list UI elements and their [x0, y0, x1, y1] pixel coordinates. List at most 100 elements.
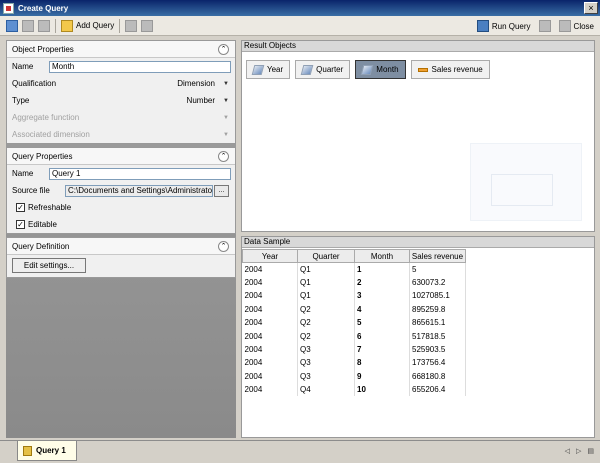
table-cell: Q1	[297, 275, 355, 290]
toolbar-list-button[interactable]	[139, 18, 155, 34]
table-cell: Q1	[297, 262, 355, 276]
table-cell: Q3	[297, 342, 355, 357]
table-row: 2004 Q1 1 5	[242, 262, 466, 276]
toolbar-separator	[55, 18, 56, 33]
chevron-up-icon[interactable]: ⌃	[218, 44, 229, 55]
result-object-chip[interactable]: Month	[355, 60, 406, 79]
table-cell: Q2	[297, 316, 355, 330]
table-cell: 2004	[242, 356, 298, 370]
column-header[interactable]: Sales revenue	[409, 249, 466, 263]
tab-navigation: ◁ ▷ ▤	[565, 447, 594, 455]
table-cell: Q2	[297, 302, 355, 317]
dimension-icon	[300, 64, 314, 75]
result-object-chip[interactable]: Year	[246, 60, 291, 79]
query-properties-header: Query Properties ⌃	[7, 148, 235, 165]
tab-list-icon[interactable]: ▤	[587, 447, 594, 455]
editable-row[interactable]: ✓ Editable	[7, 216, 235, 233]
result-object-label: Sales revenue	[431, 65, 483, 74]
toolbar-right-group: Run Query Close	[475, 18, 596, 34]
table-cell: 655206.4	[409, 383, 466, 397]
toolbar-view-button[interactable]	[4, 18, 20, 34]
folder-icon	[61, 19, 73, 32]
table-cell: 1	[354, 262, 410, 276]
tab-label: Query 1	[36, 446, 66, 455]
add-query-label: Add Query	[76, 21, 115, 30]
forward-icon	[38, 19, 50, 32]
column-header[interactable]: Month	[354, 249, 410, 263]
query-properties-section: Query Properties ⌃ Name Query 1 Source f…	[6, 147, 236, 234]
object-name-input[interactable]: Month	[49, 60, 231, 73]
column-header[interactable]: Year	[242, 249, 298, 263]
query-definition-section: Query Definition ⌃ Edit settings...	[6, 237, 236, 278]
qualification-row: Qualification Dimension ▼	[7, 75, 235, 92]
chevron-down-icon[interactable]: ▼	[223, 98, 229, 104]
edit-settings-button[interactable]: Edit settings...	[12, 258, 86, 273]
delete-icon	[538, 20, 551, 32]
associated-label: Associated dimension	[12, 130, 90, 139]
dimension-icon	[360, 64, 374, 75]
toolbar-back-button[interactable]	[20, 18, 36, 34]
toolbar-forward-button[interactable]	[36, 18, 52, 34]
refreshable-row[interactable]: ✓ Refreshable	[7, 199, 235, 216]
browse-button[interactable]: ...	[214, 184, 229, 197]
chevron-up-icon[interactable]: ⌃	[218, 151, 229, 162]
qualification-dropdown[interactable]: Dimension	[177, 79, 215, 88]
source-file-input[interactable]: C:\Documents and Settings\Administrator	[65, 184, 213, 197]
table-cell: Q3	[297, 369, 355, 384]
view-icon	[6, 19, 18, 32]
table-cell: 2004	[242, 329, 298, 343]
status-bar: Query 1 ◁ ▷ ▤	[0, 440, 600, 463]
aggregate-label: Aggregate function	[12, 113, 80, 122]
data-sample-title: Data Sample	[242, 237, 594, 248]
chevron-up-icon[interactable]: ⌃	[218, 241, 229, 252]
query-name-input[interactable]: Query 1	[49, 167, 231, 180]
table-cell: 2	[354, 275, 410, 290]
table-cell: 7	[354, 342, 410, 357]
result-object-chip[interactable]: Quarter	[295, 60, 351, 79]
window-title: Create Query	[18, 3, 69, 13]
table-cell: 2004	[242, 342, 298, 357]
add-query-button[interactable]: Add Query	[59, 18, 116, 34]
table-cell: 2004	[242, 262, 298, 276]
table-cell: 2004	[242, 302, 298, 317]
result-object-label: Year	[267, 65, 284, 74]
refreshable-checkbox[interactable]: ✓	[16, 203, 25, 212]
table-cell: 2004	[242, 316, 298, 330]
table-cell: 173756.4	[409, 356, 466, 370]
associated-row: Associated dimension ▼	[7, 126, 235, 143]
source-file-label: Source file	[12, 186, 50, 195]
table-cell: Q1	[297, 289, 355, 303]
table-cell: 5	[409, 262, 466, 276]
column-header[interactable]: Quarter	[297, 249, 355, 263]
table-cell: Q4	[297, 383, 355, 397]
toolbar-delete-button[interactable]	[537, 18, 553, 34]
editable-checkbox[interactable]: ✓	[16, 220, 25, 229]
table-cell: 8	[354, 356, 410, 370]
object-properties-header: Object Properties ⌃	[7, 41, 235, 58]
left-panel: Object Properties ⌃ Name Month Qualifica…	[6, 40, 236, 438]
type-dropdown[interactable]: Number	[187, 96, 215, 105]
close-button[interactable]: Close	[557, 18, 596, 34]
chevron-down-icon: ▼	[223, 114, 229, 121]
table-header-row: Year Quarter Month Sales revenue	[242, 249, 466, 263]
tab-query-1[interactable]: Query 1	[17, 441, 77, 461]
table-cell: 2004	[242, 275, 298, 290]
dimension-icon	[251, 64, 265, 75]
editable-label: Editable	[28, 220, 57, 229]
result-object-chip[interactable]: Sales revenue	[410, 60, 490, 79]
table-cell: 1027085.1	[409, 289, 466, 303]
table-cell: 10	[354, 383, 410, 397]
run-query-button[interactable]: Run Query	[475, 18, 533, 34]
chevron-left-icon[interactable]: ◁	[565, 447, 570, 455]
window-close-button[interactable]: ×	[584, 2, 598, 14]
table-row: 2004 Q2 6 517818.5	[242, 329, 466, 343]
chevron-down-icon[interactable]: ▼	[223, 81, 229, 87]
object-name-label: Name	[12, 62, 34, 71]
chevron-right-icon[interactable]: ▷	[576, 447, 581, 455]
toolbar-combine-button[interactable]	[123, 18, 139, 34]
table-row: 2004 Q2 4 895259.8	[242, 302, 466, 317]
window-titlebar: Create Query ×	[0, 0, 600, 16]
drop-target-watermark	[470, 143, 582, 221]
table-cell: 895259.8	[409, 302, 466, 317]
result-objects-list: Year Quarter Month Sales revenue	[242, 52, 594, 79]
